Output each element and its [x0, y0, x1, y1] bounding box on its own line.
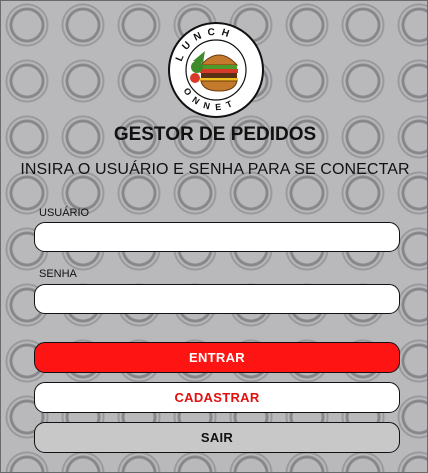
enter-button[interactable]: ENTRAR — [34, 342, 400, 373]
lunch-onnet-logo: LUNCH O N N E T — [168, 22, 264, 118]
user-input[interactable] — [34, 222, 400, 252]
exit-button[interactable]: SAIR — [34, 422, 400, 453]
app-window: LUNCH O N N E T GESTOR DE PEDIDOS INSIRA… — [0, 0, 428, 473]
page-title: GESTOR DE PEDIDOS — [113, 124, 317, 145]
user-label: USUÁRIO — [39, 207, 90, 219]
password-label: SENHA — [39, 268, 77, 280]
page-subtitle: INSIRA O USUÁRIO E SENHA PARA SE CONECTA… — [20, 161, 410, 178]
password-input[interactable] — [34, 284, 400, 314]
burger-icon — [199, 54, 239, 92]
register-button[interactable]: CADASTRAR — [34, 382, 400, 413]
